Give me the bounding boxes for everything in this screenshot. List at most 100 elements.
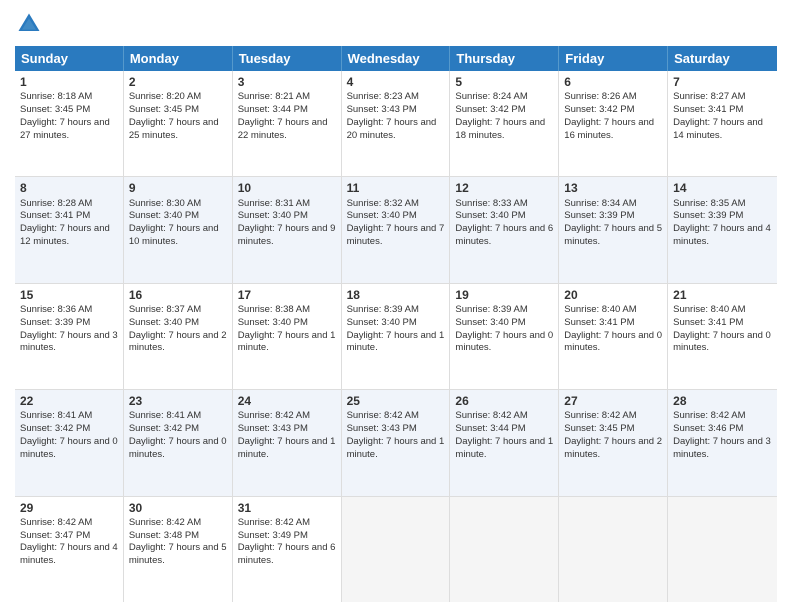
sunset: Sunset: 3:48 PM: [129, 530, 199, 541]
sunrise: Sunrise: 8:42 AM: [238, 410, 310, 421]
header-day-monday: Monday: [124, 46, 233, 71]
table-row: 15Sunrise: 8:36 AMSunset: 3:39 PMDayligh…: [15, 284, 124, 389]
day-number: 27: [564, 393, 662, 409]
table-row: [450, 497, 559, 602]
sunrise: Sunrise: 8:41 AM: [20, 410, 92, 421]
calendar-body: 1Sunrise: 8:18 AM Sunset: 3:45 PM Daylight…: [15, 71, 777, 602]
table-row: [342, 497, 451, 602]
sunrise: Sunrise: 8:30 AM: [129, 198, 201, 209]
table-row: 27Sunrise: 8:42 AMSunset: 3:45 PMDayligh…: [559, 390, 668, 495]
day-number: 26: [455, 393, 553, 409]
calendar: SundayMondayTuesdayWednesdayThursdayFrid…: [15, 46, 777, 602]
sunrise: Sunrise: 8:38 AM: [238, 304, 310, 315]
daylight: Daylight: 7 hours and 7 minutes.: [347, 223, 445, 247]
daylight: Daylight: 7 hours and 9 minutes.: [238, 223, 336, 247]
sunrise: Sunrise: 8:35 AM: [673, 198, 745, 209]
day-number: 9: [129, 180, 227, 196]
table-row: 20Sunrise: 8:40 AMSunset: 3:41 PMDayligh…: [559, 284, 668, 389]
sunrise: Sunrise: 8:18 AM: [20, 91, 92, 102]
day-number: 19: [455, 287, 553, 303]
sunrise: Sunrise: 8:34 AM: [564, 198, 636, 209]
day-number: 18: [347, 287, 445, 303]
sunset: Sunset: 3:43 PM: [347, 423, 417, 434]
day-number: 12: [455, 180, 553, 196]
sunrise: Sunrise: 8:40 AM: [564, 304, 636, 315]
sunrise: Sunrise: 8:42 AM: [564, 410, 636, 421]
sunrise: Sunrise: 8:24 AM: [455, 91, 527, 102]
sunset: Sunset: 3:41 PM: [673, 317, 743, 328]
sunrise: Sunrise: 8:32 AM: [347, 198, 419, 209]
table-row: 2Sunrise: 8:20 AMSunset: 3:45 PMDaylight…: [124, 71, 233, 176]
logo-icon: [15, 10, 43, 38]
sunrise: Sunrise: 8:39 AM: [347, 304, 419, 315]
table-row: 4Sunrise: 8:23 AMSunset: 3:43 PMDaylight…: [342, 71, 451, 176]
sunrise: Sunrise: 8:42 AM: [455, 410, 527, 421]
day-number: 7: [673, 74, 772, 90]
table-row: 19Sunrise: 8:39 AMSunset: 3:40 PMDayligh…: [450, 284, 559, 389]
sunset: Sunset: 3:40 PM: [238, 317, 308, 328]
sunset: Sunset: 3:41 PM: [564, 317, 634, 328]
daylight: Daylight: 7 hours and 1 minute.: [455, 436, 553, 460]
day-number: 23: [129, 393, 227, 409]
day-number: 13: [564, 180, 662, 196]
table-row: 17Sunrise: 8:38 AMSunset: 3:40 PMDayligh…: [233, 284, 342, 389]
sunset: Sunset: 3:42 PM: [564, 104, 634, 115]
sunset: Sunset: 3:40 PM: [455, 210, 525, 221]
sunrise: Sunrise: 8:42 AM: [673, 410, 745, 421]
header-day-thursday: Thursday: [450, 46, 559, 71]
table-row: 11Sunrise: 8:32 AMSunset: 3:40 PMDayligh…: [342, 177, 451, 282]
daylight: Daylight: 7 hours and 1 minute.: [238, 436, 336, 460]
day-number: 8: [20, 180, 118, 196]
table-row: [559, 497, 668, 602]
sunrise: Sunrise: 8:27 AM: [673, 91, 745, 102]
daylight: Daylight: 7 hours and 2 minutes.: [129, 330, 227, 354]
sunrise: Sunrise: 8:42 AM: [129, 517, 201, 528]
daylight: Daylight: 7 hours and 0 minutes.: [129, 436, 227, 460]
daylight: Daylight: 7 hours and 2 minutes.: [564, 436, 662, 460]
table-row: 10Sunrise: 8:31 AMSunset: 3:40 PMDayligh…: [233, 177, 342, 282]
day-number: 3: [238, 74, 336, 90]
day-number: 20: [564, 287, 662, 303]
day-number: 30: [129, 500, 227, 516]
daylight: Daylight: 7 hours and 6 minutes.: [455, 223, 553, 247]
sunset: Sunset: 3:47 PM: [20, 530, 90, 541]
day-number: 15: [20, 287, 118, 303]
day-number: 1: [20, 74, 118, 90]
table-row: 3Sunrise: 8:21 AMSunset: 3:44 PMDaylight…: [233, 71, 342, 176]
daylight: Daylight: 7 hours and 20 minutes.: [347, 117, 437, 141]
day-number: 14: [673, 180, 772, 196]
table-row: 29Sunrise: 8:42 AMSunset: 3:47 PMDayligh…: [15, 497, 124, 602]
table-row: 28Sunrise: 8:42 AMSunset: 3:46 PMDayligh…: [668, 390, 777, 495]
sunset: Sunset: 3:41 PM: [20, 210, 90, 221]
header: [15, 10, 777, 38]
sunrise: Sunrise: 8:33 AM: [455, 198, 527, 209]
daylight: Daylight: 7 hours and 14 minutes.: [673, 117, 763, 141]
sunrise: Sunrise: 8:42 AM: [20, 517, 92, 528]
table-row: 13Sunrise: 8:34 AMSunset: 3:39 PMDayligh…: [559, 177, 668, 282]
sunrise: Sunrise: 8:36 AM: [20, 304, 92, 315]
sunset: Sunset: 3:44 PM: [238, 104, 308, 115]
table-row: 25Sunrise: 8:42 AMSunset: 3:43 PMDayligh…: [342, 390, 451, 495]
table-row: 12 Sunrise: 8:33 AMSunset: 3:40 PM Dayligh…: [450, 177, 559, 282]
sunset: Sunset: 3:44 PM: [455, 423, 525, 434]
daylight: Daylight: 7 hours and 18 minutes.: [455, 117, 545, 141]
sunset: Sunset: 3:42 PM: [455, 104, 525, 115]
table-row: 31Sunrise: 8:42 AMSunset: 3:49 PMDayligh…: [233, 497, 342, 602]
table-row: 22Sunrise: 8:41 AMSunset: 3:42 PMDayligh…: [15, 390, 124, 495]
sunset: Sunset: 3:41 PM: [673, 104, 743, 115]
daylight: Daylight: 7 hours and 16 minutes.: [564, 117, 654, 141]
week-row-3: 15Sunrise: 8:36 AM Sunset: 3:39 PM Dayligh…: [15, 284, 777, 390]
daylight: Daylight: 7 hours and 1 minute.: [347, 330, 445, 354]
sunrise: Sunrise: 8:42 AM: [347, 410, 419, 421]
week-row-1: 1Sunrise: 8:18 AM Sunset: 3:45 PM Daylight…: [15, 71, 777, 177]
sunset: Sunset: 3:45 PM: [20, 104, 90, 115]
sunrise: Sunrise: 8:21 AM: [238, 91, 310, 102]
sunrise: Sunrise: 8:23 AM: [347, 91, 419, 102]
sunset: Sunset: 3:39 PM: [20, 317, 90, 328]
table-row: 1Sunrise: 8:18 AMSunset: 3:45 PMDaylight…: [15, 71, 124, 176]
sunrise: Sunrise: 8:39 AM: [455, 304, 527, 315]
day-number: 17: [238, 287, 336, 303]
day-number: 21: [673, 287, 772, 303]
header-day-friday: Friday: [559, 46, 668, 71]
sunset: Sunset: 3:42 PM: [129, 423, 199, 434]
